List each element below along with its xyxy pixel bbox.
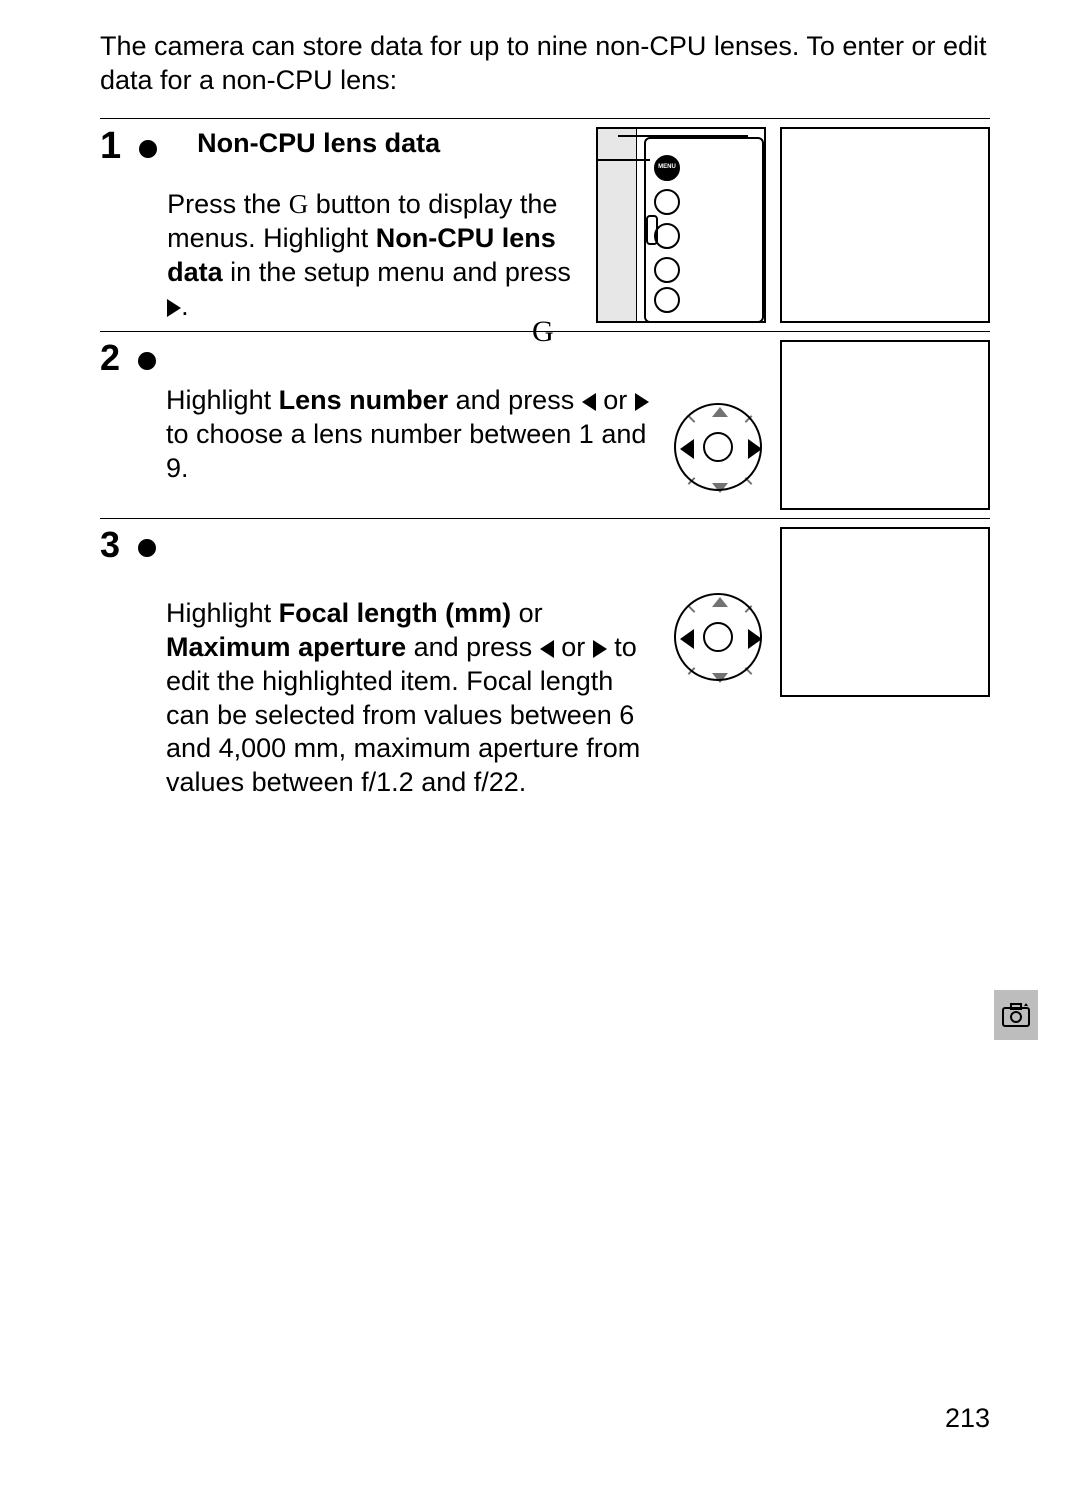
bullet-icon xyxy=(138,539,156,557)
step-1: 1 Non-CPU lens data Press the G button t… xyxy=(100,127,990,324)
step-body-text: Highlight Lens number and press or to ch… xyxy=(166,384,656,485)
g-label: G xyxy=(532,313,554,351)
nav-right-icon xyxy=(167,299,181,317)
step-body-text: Highlight Focal length (mm) or Maximum a… xyxy=(166,597,656,800)
dpad-up-icon xyxy=(712,407,728,417)
dpad-up-icon xyxy=(712,597,728,607)
dpad-left-icon xyxy=(680,629,694,649)
nav-left-icon xyxy=(540,640,554,658)
menu-g-glyph: G xyxy=(289,189,309,219)
step-number: 1 xyxy=(100,127,121,165)
dpad-right-icon xyxy=(748,439,762,459)
side-tab xyxy=(994,990,1038,1040)
dpad-left-icon xyxy=(680,439,694,459)
bullet-icon xyxy=(139,140,157,158)
dpad-right-icon xyxy=(748,629,762,649)
camera-screen-box xyxy=(780,127,990,323)
camera-btn-icon xyxy=(654,189,680,215)
page-number: 213 xyxy=(945,1402,990,1436)
rule xyxy=(100,118,990,119)
nav-left-icon xyxy=(582,393,596,411)
intro-text: The camera can store data for up to nine… xyxy=(100,30,990,98)
nav-right-icon xyxy=(635,393,649,411)
step-title: Non-CPU lens data xyxy=(167,127,578,161)
camera-back-diagram: MENU xyxy=(596,127,766,323)
dpad-down-icon xyxy=(712,483,728,493)
camera-screen-box xyxy=(780,340,990,510)
dpad-diagram xyxy=(674,403,766,495)
camera-btn-icon xyxy=(654,257,680,283)
rule xyxy=(100,518,990,519)
camera-btn-icon xyxy=(654,287,680,313)
step-3: 3 Highlight Focal length (mm) or Maximum… xyxy=(100,527,990,800)
menu-button-icon: MENU xyxy=(654,155,680,181)
step-body-text: Press the G button to display the menus.… xyxy=(167,188,578,323)
camera-screen-box xyxy=(780,527,990,697)
bullet-icon xyxy=(138,352,156,370)
nav-right-icon xyxy=(593,640,607,658)
dpad-down-icon xyxy=(712,673,728,683)
step-number: 3 xyxy=(100,527,120,563)
camera-tab-icon xyxy=(1002,1003,1030,1027)
step-2: 2 Highlight Lens number and press or to … xyxy=(100,340,990,510)
dpad-diagram xyxy=(674,593,766,685)
step-number: 2 xyxy=(100,340,120,376)
